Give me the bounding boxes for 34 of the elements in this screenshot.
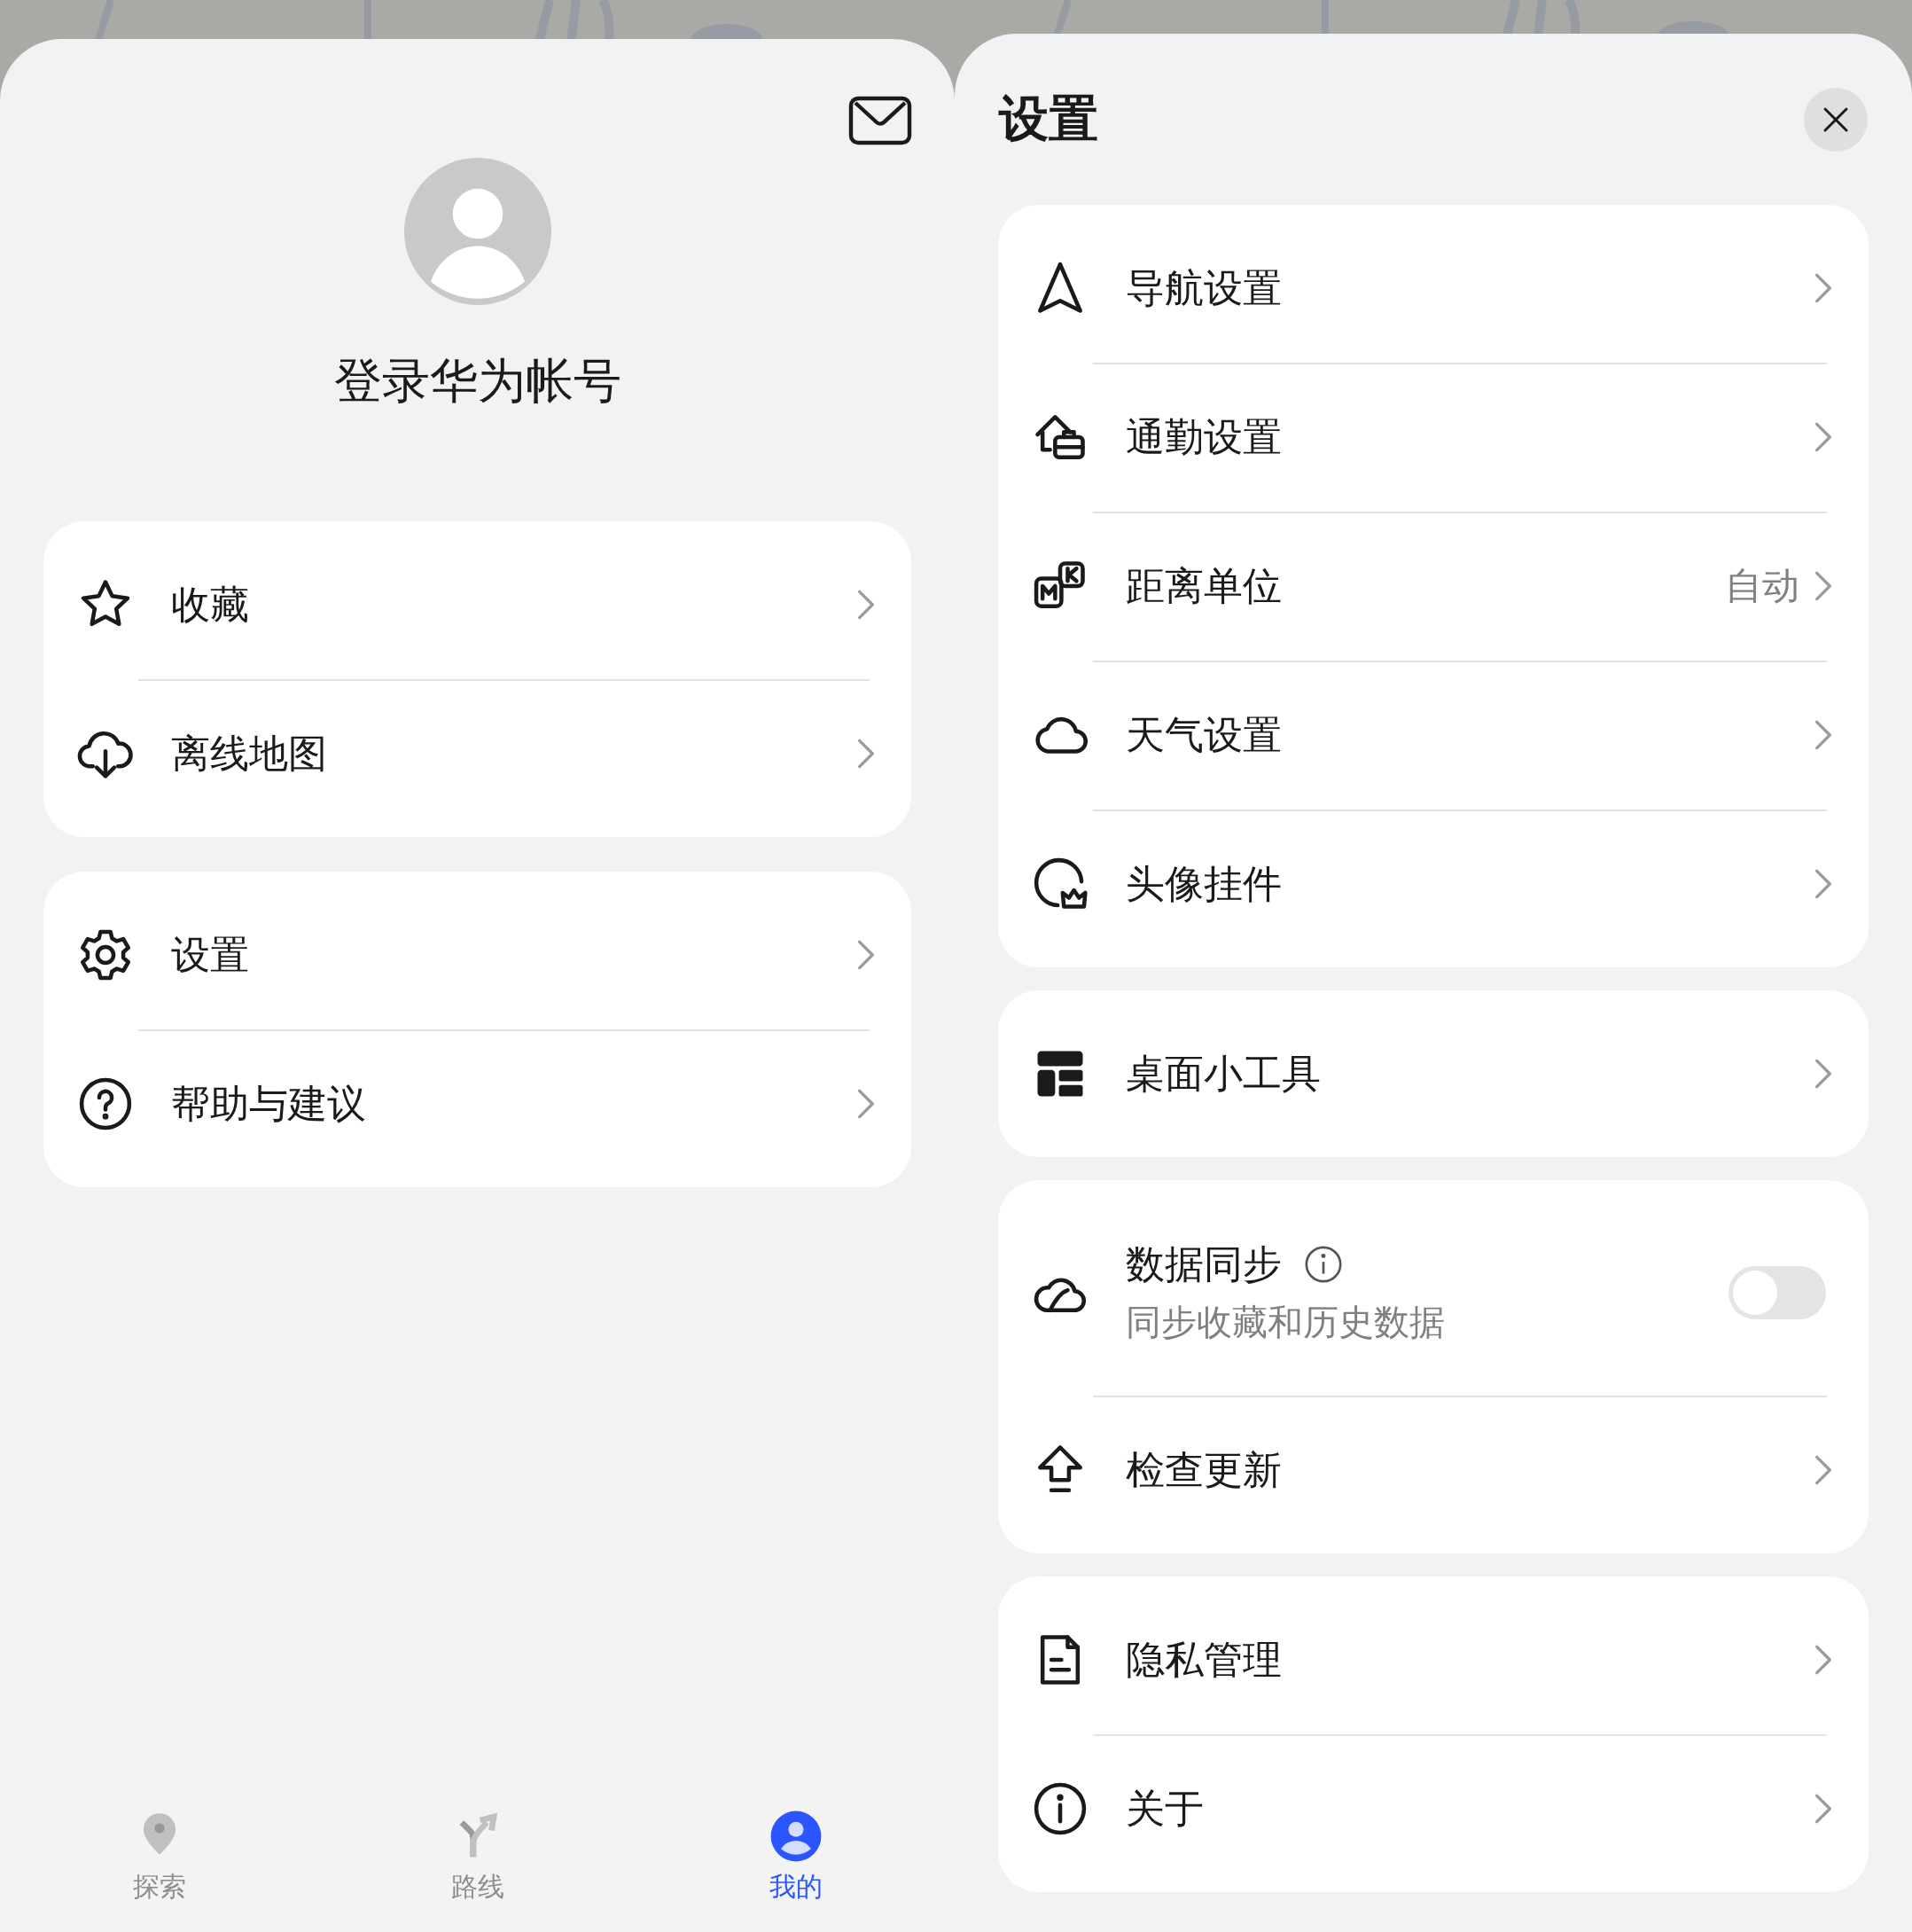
- nav-tab[interactable]: 我的: [636, 1808, 955, 1905]
- menu-row[interactable]: 离线地图: [43, 679, 911, 828]
- settings-row[interactable]: 桌面小工具: [998, 999, 1869, 1148]
- settings-row[interactable]: 隐私管理: [998, 1585, 1869, 1734]
- row-label: 距离单位: [1126, 562, 1283, 609]
- menu-row[interactable]: 设置: [43, 880, 911, 1029]
- menu-row[interactable]: 收藏: [43, 530, 911, 679]
- row-label: 桌面小工具: [1126, 1050, 1322, 1097]
- row-label: 隐私管理: [1126, 1636, 1283, 1683]
- menu-row[interactable]: 帮助与建议: [43, 1029, 911, 1178]
- row-description: 同步收藏和历史数据: [1126, 1301, 1446, 1343]
- row-label: 关于: [1126, 1785, 1205, 1832]
- row-label: 通勤设置: [1126, 413, 1283, 460]
- panel-title: 设置: [999, 90, 1098, 148]
- row-label: 检查更新: [1126, 1446, 1283, 1493]
- row-label: 帮助与建议: [171, 1080, 367, 1127]
- settings-row[interactable]: 天气设置: [998, 661, 1869, 810]
- row-label: 数据同步: [1126, 1240, 1282, 1287]
- row-label: 离线地图: [171, 730, 328, 777]
- settings-row[interactable]: 关于: [998, 1734, 1869, 1883]
- row-label: 天气设置: [1126, 711, 1283, 758]
- settings-row[interactable]: 头像挂件: [998, 810, 1869, 958]
- settings-row[interactable]: 距离单位 自动: [998, 512, 1869, 661]
- row-label: 导航设置: [1126, 264, 1283, 311]
- login-link[interactable]: 登录华为帐号: [333, 349, 621, 411]
- mail-icon[interactable]: [848, 96, 912, 145]
- settings-row[interactable]: 通勤设置: [998, 363, 1869, 512]
- row-label: 设置: [171, 931, 250, 978]
- info-icon[interactable]: [1303, 1244, 1344, 1285]
- settings-row[interactable]: 导航设置: [998, 214, 1869, 363]
- row-value: 自动: [1725, 564, 1799, 608]
- row-label: 头像挂件: [1126, 860, 1283, 907]
- settings-row[interactable]: 检查更新: [998, 1396, 1869, 1545]
- row-label: 收藏: [171, 581, 250, 628]
